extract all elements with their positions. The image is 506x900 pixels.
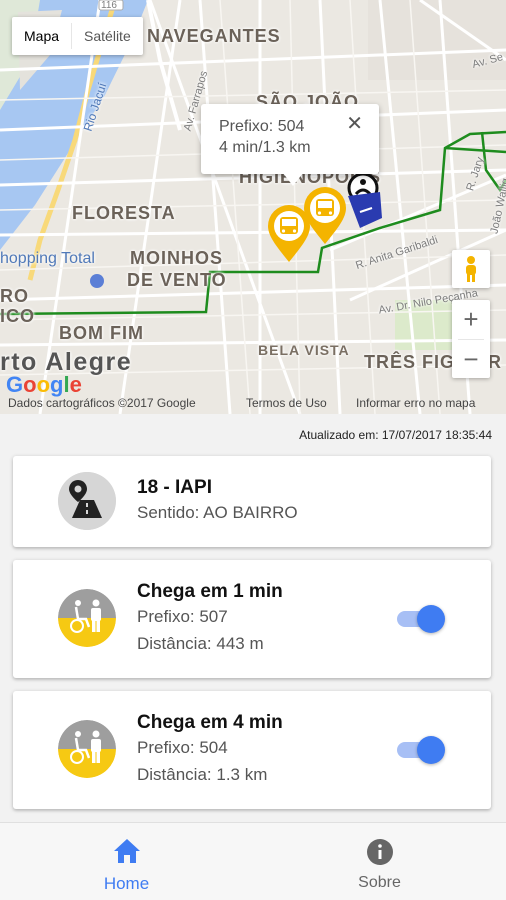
map-label-navegantes: NAVEGANTES (147, 26, 281, 46)
nav-home-label: Home (103, 874, 150, 893)
map-data-attribution: Dados cartográficos ©2017 Google (8, 396, 196, 410)
info-icon (366, 839, 393, 865)
bus-distance: Distância: 1.3 km (137, 765, 268, 784)
zoom-out-button[interactable]: − (452, 340, 490, 379)
map-label-floresta: FLORESTA (72, 203, 176, 223)
toggle-thumb (417, 605, 445, 633)
street-view-pegman-icon[interactable] (452, 250, 490, 288)
map-footer: Dados cartográficos ©2017 Google Termos … (0, 392, 506, 414)
map-label-ro: RO (0, 286, 29, 306)
user-location-icon (347, 172, 382, 228)
bottom-navigation: Home Sobre (0, 822, 506, 900)
line-direction: Sentido: AO BAIRRO (137, 503, 298, 522)
close-icon[interactable]: ✕ (346, 114, 363, 134)
map-label-ico: ICO (0, 306, 36, 326)
map-label-bela-vista: BELA VISTA (258, 342, 350, 358)
map-label-shopping-total: hopping Total (0, 250, 95, 267)
nav-about-label: Sobre (358, 874, 401, 891)
info-window-eta: 4 min/1.3 km (219, 139, 311, 156)
accessible-bus-icon (58, 720, 116, 778)
bus-distance: Distância: 443 m (137, 634, 264, 653)
toggle-thumb (417, 736, 445, 764)
tracking-toggle[interactable] (397, 603, 447, 633)
map-type-toggle: Mapa Satélite (12, 17, 143, 55)
map-type-satellite-button[interactable]: Satélite (72, 17, 143, 55)
nav-about-tab[interactable]: Sobre (253, 823, 506, 900)
nav-home-tab[interactable]: Home (0, 823, 253, 900)
last-updated-text: Atualizado em: 17/07/2017 18:35:44 (299, 428, 492, 442)
bus-info-window[interactable]: Prefixo: 504 4 min/1.3 km ✕ (201, 104, 379, 186)
line-card[interactable]: 18 - IAPI Sentido: AO BAIRRO (13, 456, 491, 547)
zoom-control: + − (452, 300, 490, 378)
bus-prefix: Prefixo: 504 (137, 738, 228, 757)
home-icon (113, 839, 140, 863)
tracking-toggle[interactable] (397, 734, 447, 764)
zoom-in-button[interactable]: + (452, 300, 490, 339)
bus-card[interactable]: Chega em 4 min Prefixo: 504 Distância: 1… (13, 691, 491, 809)
app-screen: Mapa Satélite 116 NAVEGANTES SÃO JOÃO HI… (0, 0, 506, 900)
accessible-bus-icon (58, 589, 116, 647)
route-icon (58, 472, 116, 530)
map-terms-link[interactable]: Termos de Uso (246, 396, 327, 410)
line-title: 18 - IAPI (137, 477, 212, 498)
map-label-bom-fim: BOM FIM (59, 323, 144, 343)
bus-card[interactable]: Chega em 1 min Prefixo: 507 Distância: 4… (13, 560, 491, 678)
map-view[interactable]: Mapa Satélite 116 NAVEGANTES SÃO JOÃO HI… (0, 0, 506, 414)
map-report-error-link[interactable]: Informar erro no mapa (356, 396, 475, 410)
map-type-map-button[interactable]: Mapa (12, 17, 71, 55)
map-label-moinhos: MOINHOS (130, 248, 224, 268)
map-label-de-vento: DE VENTO (127, 270, 227, 290)
map-label-route-116: 116 (101, 0, 117, 11)
bus-arrival-title: Chega em 4 min (137, 712, 283, 733)
bus-arrival-title: Chega em 1 min (137, 581, 283, 602)
bus-prefix: Prefixo: 507 (137, 607, 228, 626)
